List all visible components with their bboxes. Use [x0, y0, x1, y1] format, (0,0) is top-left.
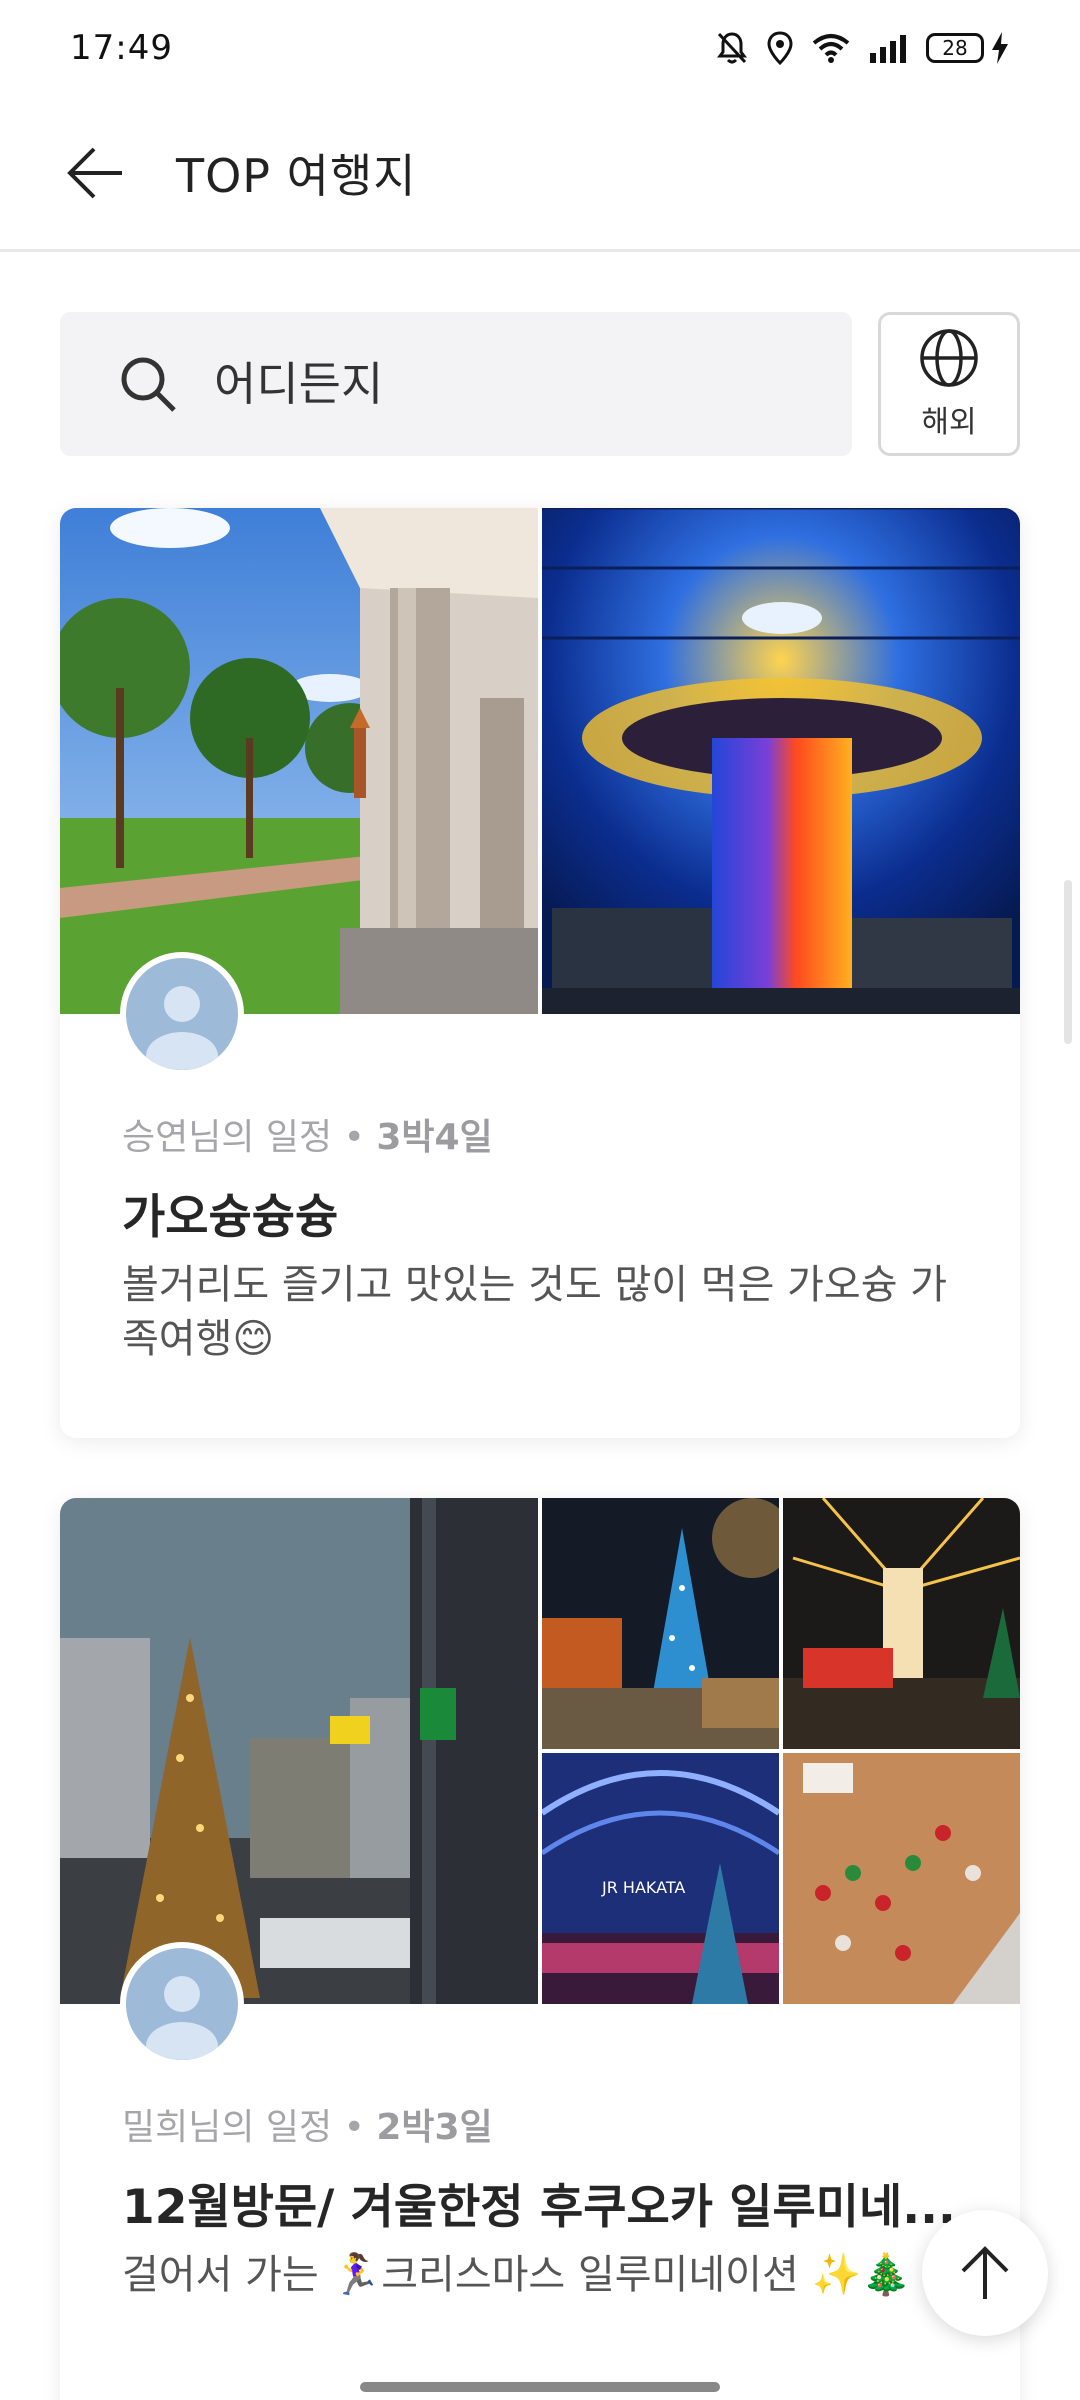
globe-icon	[920, 329, 978, 387]
station-sign-text: JR HAKATA	[601, 1878, 685, 1897]
search-row: 해외	[60, 312, 1020, 456]
arrow-left-icon	[67, 147, 122, 198]
search-box[interactable]	[60, 312, 852, 456]
status-time: 17:49	[70, 28, 173, 68]
trip-photo-christmas-tree	[60, 1498, 538, 2004]
trip-photo-dome	[542, 508, 1020, 1014]
trip-photo-market	[542, 1498, 779, 1749]
trip-duration: 3박4일	[376, 1117, 493, 1158]
battery-level: 28	[926, 33, 984, 63]
trip-title: 12월방문/ 겨울한정 후쿠오카 일루미네...	[122, 2180, 956, 2235]
app-header: TOP 여행지	[0, 96, 1080, 252]
trip-photo-ornaments	[783, 1753, 1020, 2004]
trip-duration: 2박3일	[376, 2107, 493, 2148]
trip-card[interactable]: JR HAKATA 밀희님의 일정 • 2박3일 12월방문/ 겨울한정 후쿠오…	[60, 1498, 1020, 2400]
trip-photo-grid: JR HAKATA	[542, 1498, 1020, 2004]
meta-separator: •	[343, 2107, 365, 2148]
trip-meta: 승연님의 일정 • 3박4일	[122, 1108, 493, 1160]
trip-title: 가오슝슝슝	[122, 1190, 339, 1245]
wifi-icon	[812, 34, 850, 63]
mute-icon	[717, 32, 747, 64]
overseas-button[interactable]: 해외	[878, 312, 1020, 456]
trip-photo-park	[60, 508, 538, 1014]
page-title: TOP 여행지	[176, 148, 417, 203]
battery-indicator: 28	[926, 31, 1010, 65]
trip-owner: 승연님의 일정	[122, 1117, 333, 1158]
trip-description: 볼거리도 즐기고 맛있는 것도 많이 먹은 가오슝 가족여행😊	[122, 1262, 948, 1362]
trip-meta: 밀희님의 일정 • 2박3일	[122, 2098, 493, 2150]
trip-photo-station: JR HAKATA	[542, 1753, 779, 2004]
status-icons: 28	[716, 31, 1010, 65]
location-icon	[767, 31, 793, 65]
scroll-to-top-button[interactable]	[922, 2210, 1048, 2336]
trip-card[interactable]: 승연님의 일정 • 3박4일 가오슝슝슝 볼거리도 즐기고 맛있는 것도 많이 …	[60, 508, 1020, 1438]
meta-separator: •	[343, 1117, 365, 1158]
arrow-up-icon	[961, 2246, 1009, 2299]
home-indicator[interactable]	[360, 2382, 720, 2392]
trip-photo-lights	[783, 1498, 1020, 1749]
avatar	[120, 1942, 244, 2066]
trip-photos: JR HAKATA	[60, 1498, 1020, 2004]
overseas-label: 해외	[921, 405, 977, 440]
scrollbar[interactable]	[1064, 880, 1072, 1044]
charging-icon	[992, 32, 1008, 64]
back-button[interactable]	[36, 113, 156, 233]
search-icon	[121, 357, 176, 412]
trip-owner: 밀희님의 일정	[122, 2107, 333, 2148]
signal-icon	[870, 35, 906, 63]
search-input[interactable]	[214, 357, 774, 411]
status-bar: 17:49 28	[0, 0, 1080, 96]
trip-photos	[60, 508, 1020, 1014]
trip-description: 걸어서 가는 🏃‍♀️크리스마스 일루미네이션 ✨🎄	[122, 2252, 912, 2298]
avatar	[120, 952, 244, 1076]
main-content: 해외	[0, 252, 1080, 2400]
